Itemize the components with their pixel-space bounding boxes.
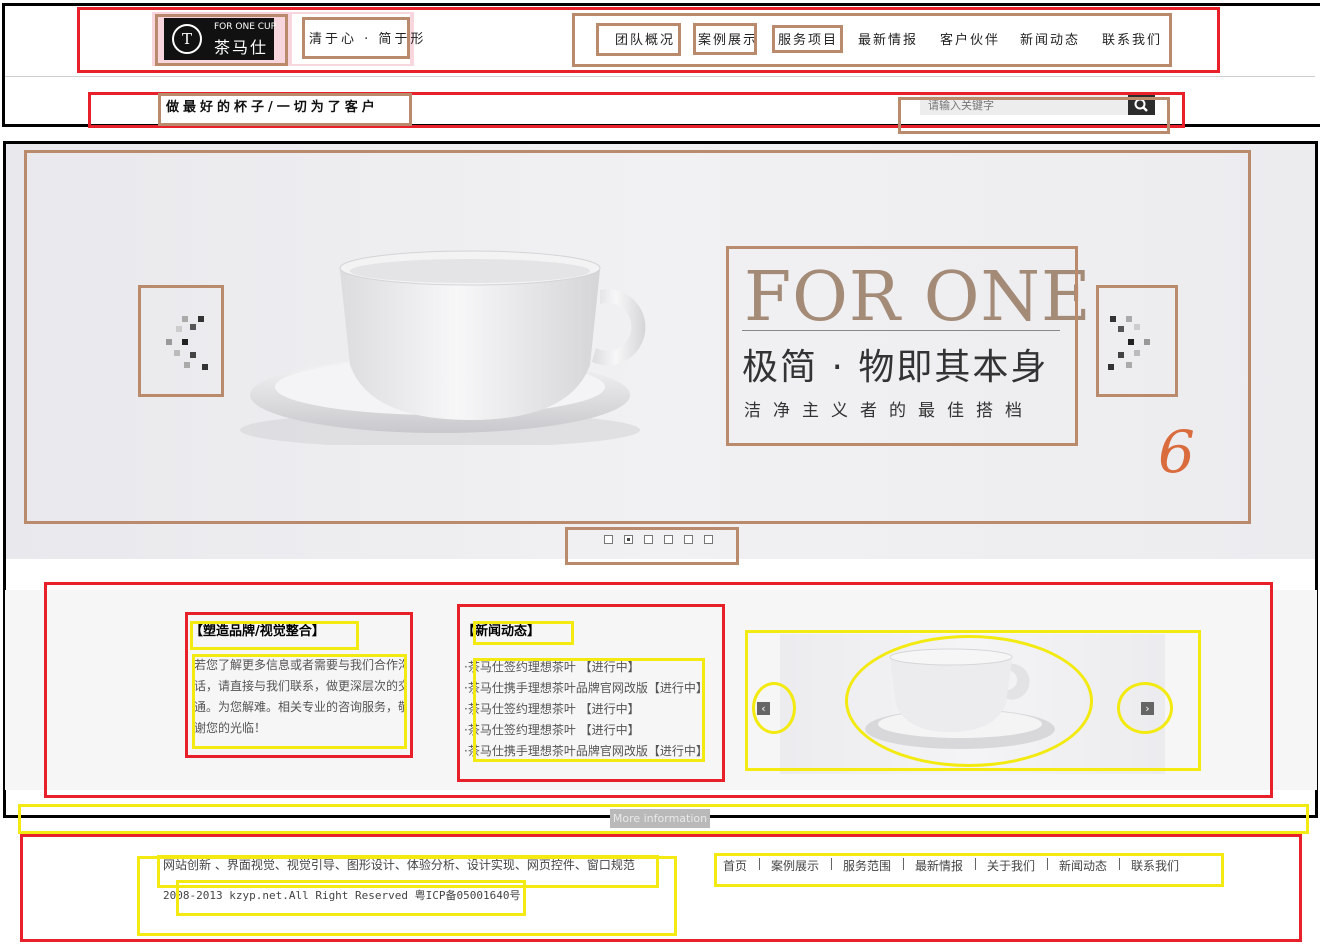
annotation-box (158, 93, 412, 126)
annotation-box (138, 285, 224, 397)
annotation-box (772, 25, 843, 53)
header-divider (5, 76, 1315, 77)
annotation-ellipse (1117, 682, 1173, 734)
annotation-ellipse (752, 682, 796, 734)
annotation-box (155, 14, 288, 66)
annotation-box (898, 97, 1170, 134)
annotation-box (596, 23, 681, 56)
annotation-ellipse (845, 635, 1093, 767)
annotation-box (473, 658, 705, 762)
annotation-box (714, 853, 1224, 887)
annotation-box (302, 17, 410, 59)
annotation-box (565, 527, 739, 565)
annotation-box (726, 246, 1078, 446)
annotation-box (192, 654, 407, 749)
annotation-box (473, 621, 574, 645)
annotation-box (176, 880, 526, 916)
annotation-box (18, 804, 1309, 834)
annotation-box (693, 23, 757, 55)
annotation-box (1096, 285, 1178, 397)
annotation-box (190, 621, 359, 650)
